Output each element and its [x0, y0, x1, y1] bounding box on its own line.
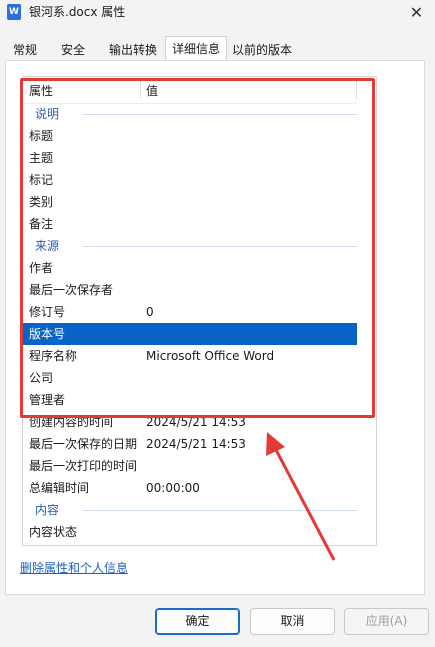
property-row[interactable]: 版本号	[23, 323, 357, 345]
property-row[interactable]: 总编辑时间 00:00:00	[23, 477, 357, 499]
cancel-button[interactable]: 取消	[250, 608, 335, 635]
property-name: 备注	[29, 217, 54, 231]
property-row[interactable]: 标记	[23, 169, 357, 191]
tab-general[interactable]: 常规	[5, 38, 45, 60]
property-value[interactable]: Microsoft Office Word	[146, 345, 274, 367]
property-name: 最后一次保存者	[29, 283, 114, 297]
property-row[interactable]: 备注	[23, 213, 357, 235]
property-row[interactable]: 主题	[23, 147, 357, 169]
group-header: 说明	[23, 103, 357, 125]
group-divider	[83, 246, 357, 247]
property-name: 总编辑时间	[29, 481, 90, 495]
tab-security[interactable]: 安全	[53, 38, 93, 60]
property-row[interactable]: 修订号 0	[23, 301, 357, 323]
property-row[interactable]: 最后一次保存者	[23, 279, 357, 301]
close-button[interactable]: ✕	[398, 0, 435, 28]
property-row[interactable]: 类别	[23, 191, 357, 213]
property-name: 类别	[29, 195, 54, 209]
property-value[interactable]: 00:00:00	[146, 477, 200, 499]
property-row[interactable]: 标题	[23, 125, 357, 147]
property-rows: 说明标题主题标记类别备注来源作者最后一次保存者 修订号 0 版本号程序名称 Micros…	[23, 103, 357, 543]
remove-properties-link[interactable]: 删除属性和个人信息	[20, 559, 128, 576]
property-row[interactable]: 最后一次保存的日期 2024/5/21 14:53	[23, 433, 357, 455]
apply-button[interactable]: 应用(A)	[344, 608, 429, 635]
property-value[interactable]: 2024/5/21 14:53	[146, 411, 246, 433]
group-header: 来源	[23, 235, 357, 257]
property-name: 内容状态	[29, 525, 78, 539]
list-header: 属性 值	[23, 77, 357, 104]
column-divider[interactable]	[356, 81, 357, 99]
properties-list[interactable]: 属性 值 说明标题主题标记类别备注来源作者最后一次保存者 修订号 0 版本号程序名称 M…	[22, 76, 377, 546]
property-name: 修订号	[29, 305, 66, 319]
column-header-property[interactable]: 属性	[29, 82, 53, 99]
property-name: 最后一次打印的时间	[29, 459, 138, 473]
property-name: 公司	[29, 371, 54, 385]
property-name: 标记	[29, 173, 54, 187]
group-label: 来源	[35, 239, 60, 253]
tab-details[interactable]: 详细信息	[165, 36, 227, 60]
property-row[interactable]: 内容状态	[23, 521, 357, 543]
word-document-icon: W	[7, 4, 21, 20]
property-name: 作者	[29, 261, 54, 275]
ok-button[interactable]: 确定	[155, 608, 240, 635]
property-row[interactable]: 创建内容的时间 2024/5/21 14:53	[23, 411, 357, 433]
property-name: 最后一次保存的日期	[29, 437, 138, 451]
group-divider	[83, 114, 357, 115]
property-name: 程序名称	[29, 349, 78, 363]
column-header-value[interactable]: 值	[146, 82, 158, 99]
property-name: 版本号	[29, 327, 66, 341]
tab-output-conversion[interactable]: 输出转换	[103, 38, 163, 60]
property-row[interactable]: 管理者	[23, 389, 357, 411]
property-name: 标题	[29, 129, 54, 143]
property-name: 创建内容的时间	[29, 415, 114, 429]
property-row[interactable]: 程序名称 Microsoft Office Word	[23, 345, 357, 367]
column-divider[interactable]	[140, 81, 141, 99]
property-row[interactable]: 最后一次打印的时间	[23, 455, 357, 477]
property-value[interactable]: 0	[146, 301, 154, 323]
group-label: 内容	[35, 503, 60, 517]
title-bar: W 银河系.docx 属性 ✕	[0, 0, 435, 34]
property-row[interactable]: 作者	[23, 257, 357, 279]
group-divider	[83, 510, 357, 511]
property-value[interactable]: 2024/5/21 14:53	[146, 433, 246, 455]
property-row[interactable]: 公司	[23, 367, 357, 389]
window-title: 银河系.docx 属性	[29, 5, 126, 19]
property-name: 管理者	[29, 393, 66, 407]
tab-previous-versions[interactable]: 以前的版本	[227, 38, 297, 60]
group-header: 内容	[23, 499, 357, 521]
group-label: 说明	[35, 107, 60, 121]
property-name: 主题	[29, 151, 54, 165]
